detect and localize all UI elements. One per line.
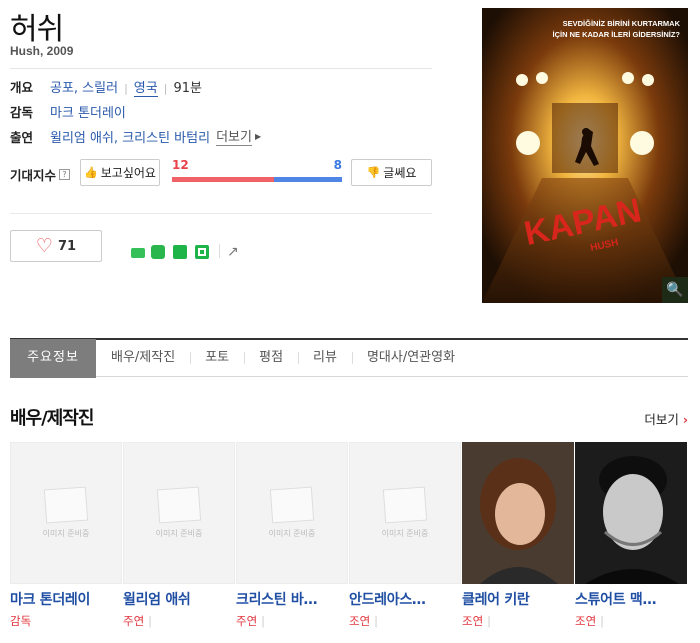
overview-label: 개요 [10,80,34,95]
runtime-text: 91분 [173,81,202,96]
cast-name[interactable]: 스튜어트 맥… [575,589,685,609]
movie-original-title-year: Hush, 2009 [10,44,74,58]
meh-label: 글쎄요 [383,166,417,180]
country-link[interactable]: 영국 [133,81,158,97]
divider: | [374,614,379,628]
director-label: 감독 [10,105,34,120]
cast-role: 감독 [10,614,32,628]
cast-more-link[interactable]: 더보기 [216,126,252,146]
cast-photo-placeholder: 이미지 준비중 [10,442,122,584]
poster-image: KAPAN HUSH [482,8,688,303]
cast-card[interactable]: 스튜어트 맥… 조연 | [575,442,688,632]
main-tabs: 주요정보 배우/제작진 포토 평점 리뷰 명대사/연관영화 [10,338,688,378]
cast-name[interactable]: 윌리엄 애쉬 [123,589,233,609]
cast-photo-image [575,442,687,584]
cast-list: 이미지 준비중 마크 톤더레이 감독 이미지 준비중 윌리엄 애쉬 주연 | 이미… [10,442,688,632]
cast-photo-image [462,442,574,584]
section-title: 배우/제작진 [10,408,94,429]
tab-review[interactable]: 리뷰 [298,339,352,378]
thumbs-down-icon: 👎 [366,166,381,179]
divider [219,244,220,258]
band-share-icon[interactable] [131,248,145,258]
divider: | [148,614,153,628]
tab-main-info[interactable]: 주요정보 [10,338,96,378]
zoom-icon[interactable]: 🔍 [662,277,688,303]
placeholder-text: 이미지 준비중 [268,528,316,538]
tab-cast-crew[interactable]: 배우/제작진 [96,339,190,378]
cast-name[interactable]: 안드레아스… [349,589,459,609]
cast-photo-placeholder: 이미지 준비중 [349,442,461,584]
divider: | [261,614,266,628]
cast-card[interactable]: 이미지 준비중 윌리엄 애쉬 주연 | [123,442,236,632]
expect-label-text: 기대지수 [10,168,57,183]
cast-card[interactable]: 이미지 준비중 마크 톤더레이 감독 [10,442,123,632]
blog-share-icon[interactable] [195,245,209,259]
cast-name[interactable]: 클레어 키란 [462,589,572,609]
cast-photo [575,442,687,584]
cast-photo-placeholder: 이미지 준비중 [123,442,235,584]
chevron-right-icon: › [682,412,688,427]
want-ratio-fill [172,177,274,182]
cast-card[interactable]: 이미지 준비중 안드레아스… 조연 | [349,442,462,632]
more-label: 더보기 [644,412,679,427]
placeholder-text: 이미지 준비중 [381,528,429,538]
expect-ratio-bar [172,177,342,182]
cast-role: 조연 [575,614,597,628]
image-placeholder-icon [156,486,202,523]
expect-bar: 12 8 [172,158,342,184]
image-placeholder-icon [269,486,315,523]
tab-quotes-related[interactable]: 명대사/연관영화 [351,339,470,378]
cast-photo [462,442,574,584]
help-icon[interactable]: ? [59,169,71,180]
caret-right-icon: ▶ [254,131,262,141]
want-to-see-button[interactable]: 👍 보고싶어요 [80,159,160,186]
cast-photo-placeholder: 이미지 준비중 [236,442,348,584]
meh-count: 8 [333,158,342,172]
divider [10,68,432,69]
director-row: 감독 마크 톤더레이 [10,102,126,121]
image-placeholder-icon [43,486,89,523]
cast-role: 주연 [236,614,258,628]
divider [10,213,432,214]
bookmark-share-icon[interactable] [173,245,187,259]
placeholder-text: 이미지 준비중 [155,528,203,538]
thumbs-up-icon: 👍 [84,166,98,179]
expect-label: 기대지수 ? [10,165,71,184]
share-icon[interactable]: ↗ [227,244,239,260]
want-to-see-label: 보고싶어요 [100,166,156,180]
cast-card[interactable]: 이미지 준비중 크리스틴 바… 주연 | [236,442,349,632]
tab-photo[interactable]: 포토 [190,339,244,378]
divider: | [600,614,605,628]
overview-row: 개요 공포, 스릴러 | 영국 | 91분 [10,77,202,97]
cast-role: 주연 [123,614,145,628]
heart-icon: ♡ [35,235,53,257]
like-button[interactable]: ♡ 71 [10,230,102,262]
divider: | [487,614,492,628]
director-link[interactable]: 마크 톤더레이 [50,106,126,121]
movie-poster[interactable]: KAPAN HUSH SEVDİĞİNİZ BİRİNİ KURTARMAK İ… [482,8,688,303]
cast-label: 출연 [10,129,34,145]
placeholder-text: 이미지 준비중 [42,528,90,538]
image-placeholder-icon [382,486,428,523]
cast-name[interactable]: 마크 톤더레이 [10,589,120,609]
page-title: 허쉬 [10,12,64,47]
cast-card[interactable]: 클레어 키란 조연 | [462,442,575,632]
cast-role: 조연 [349,614,371,628]
cast-section-more-link[interactable]: 더보기 › [644,409,688,428]
meh-button[interactable]: 👎 글쎄요 [351,159,432,186]
cast-link[interactable]: 윌리엄 애쉬, 크리스틴 바텀리 [50,131,210,146]
cast-row: 출연 윌리엄 애쉬, 크리스틴 바텀리 더보기 ▶ [10,126,261,146]
poster-tagline: SEVDİĞİNİZ BİRİNİ KURTARMAK İÇİN NE KADA… [552,19,680,39]
genre-link[interactable]: 공포, 스릴러 [50,81,118,96]
line-share-icon[interactable] [151,245,165,259]
cast-name[interactable]: 크리스틴 바… [236,589,346,609]
tab-rating[interactable]: 평점 [244,339,298,378]
cast-role: 조연 [462,614,484,628]
want-count: 12 [172,158,189,172]
like-count: 71 [57,238,77,254]
